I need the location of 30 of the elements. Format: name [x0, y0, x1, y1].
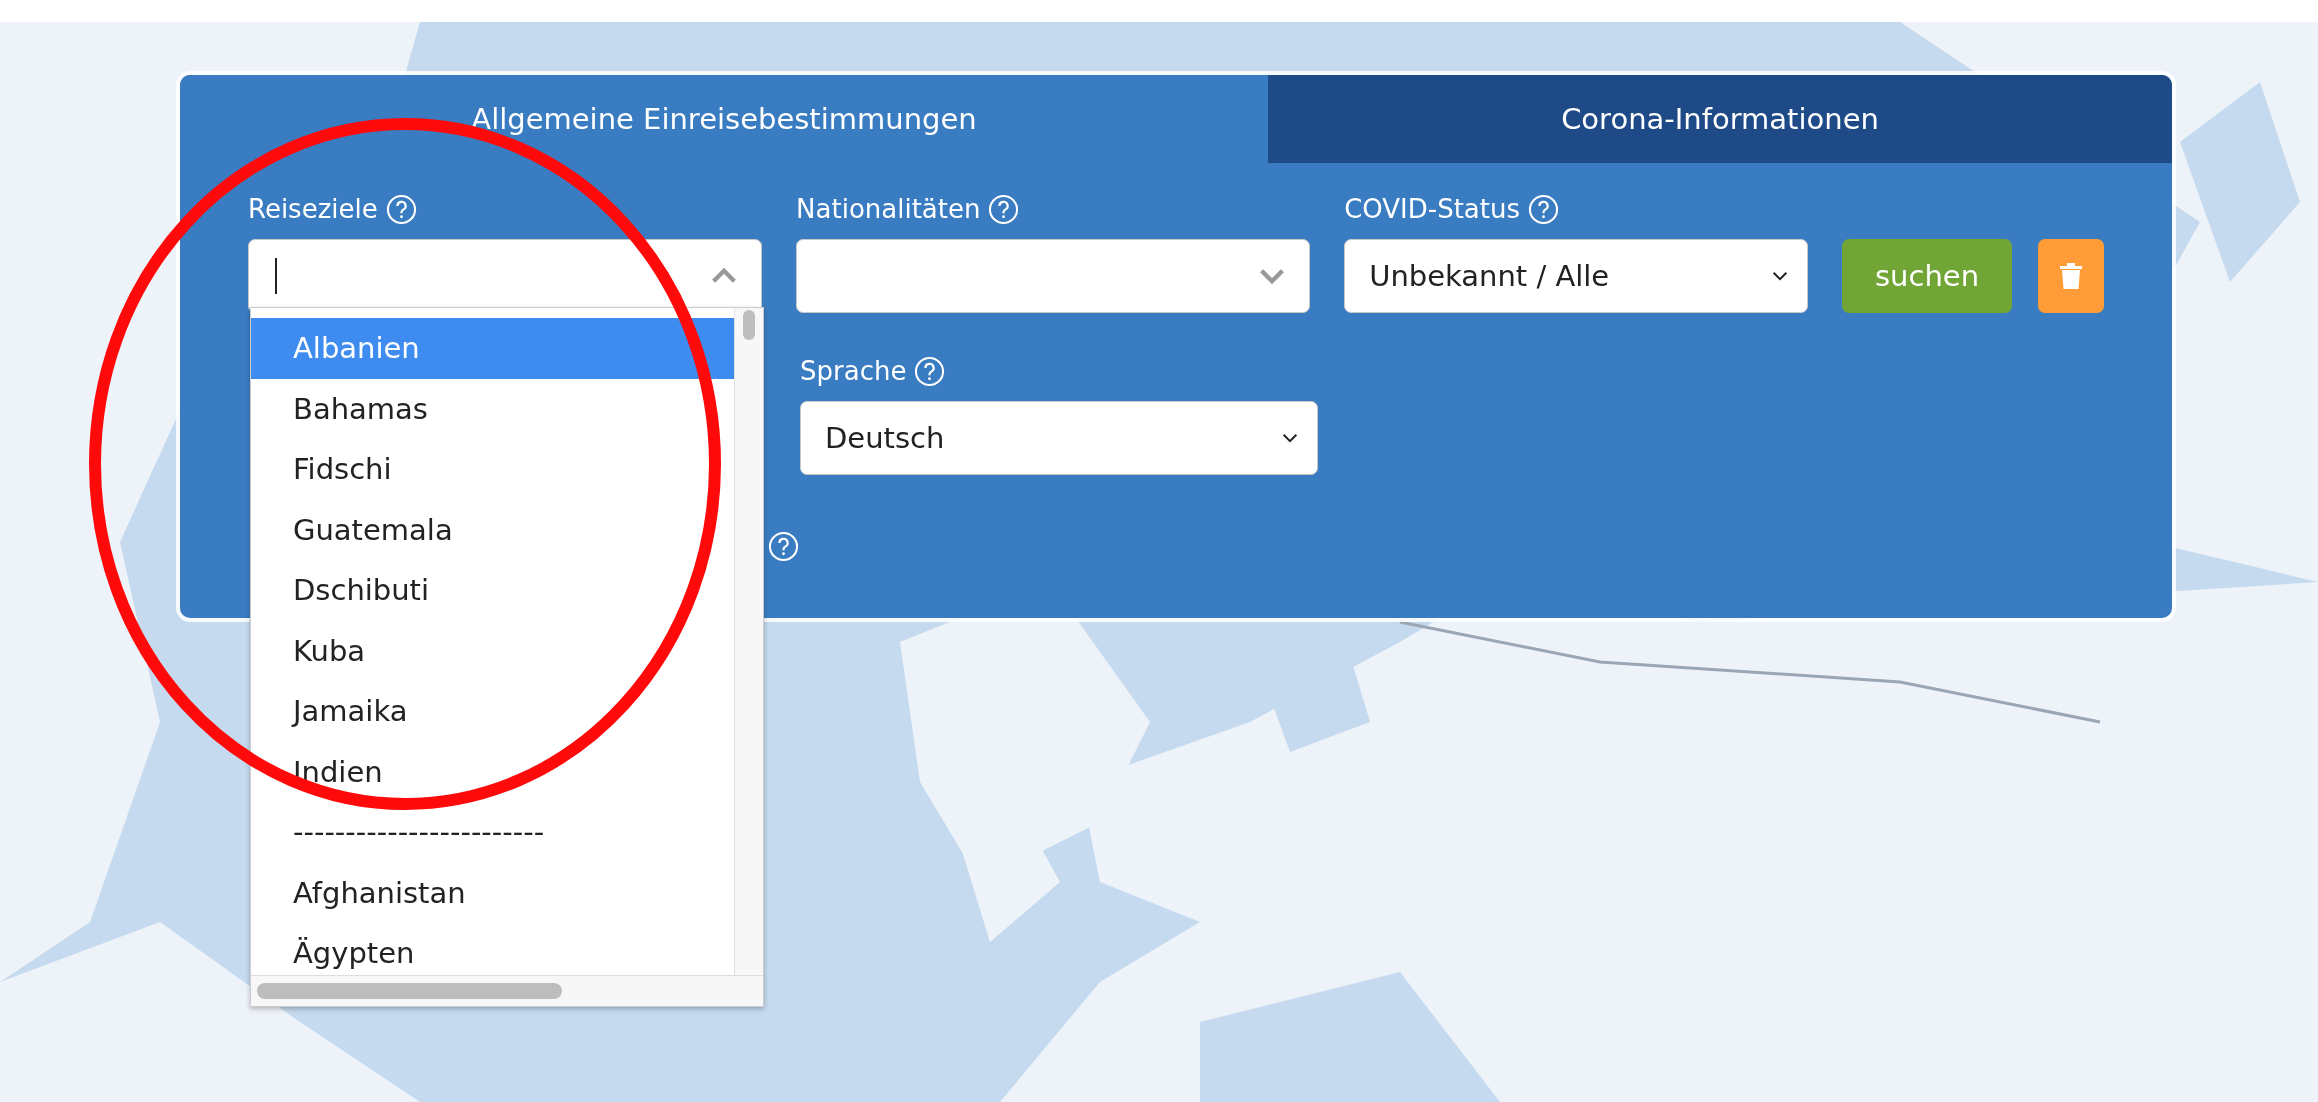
tab[interactable]: Corona-Informationen	[1268, 75, 2172, 163]
dropdown-option[interactable]: Indien	[251, 741, 734, 802]
chevron-down-icon	[1281, 431, 1299, 445]
scrollbar[interactable]	[734, 308, 763, 975]
text-cursor	[275, 258, 277, 294]
dropdown-option[interactable]: Ägypten	[251, 923, 734, 975]
dropdown-option[interactable]: Jamaika	[251, 681, 734, 742]
field-label: Reiseziele	[248, 194, 378, 224]
delete-button[interactable]	[2038, 239, 2104, 313]
dropdown-option[interactable]: Kuba	[251, 620, 734, 681]
dropdown-option[interactable]: ------------------------	[251, 802, 734, 863]
field-label: Sprache	[800, 356, 907, 386]
dropdown-option[interactable]: Bahamas	[251, 378, 734, 439]
field-label: COVID-Status	[1344, 194, 1521, 224]
dropdown-option[interactable]: Fidschi	[251, 439, 734, 500]
dropdown-option[interactable]: Afghanistan	[251, 862, 734, 923]
trash-icon	[2059, 262, 2084, 290]
dropdown-option[interactable]: Dschibuti	[251, 560, 734, 621]
chevron-down-icon	[1770, 269, 1789, 283]
help-icon	[1528, 193, 1560, 225]
dropdown-option[interactable]: Guatemala	[251, 499, 734, 560]
scrollbar[interactable]	[251, 976, 763, 1006]
select-field[interactable]: Unbekannt / Alle	[1344, 239, 1808, 313]
help-icon	[385, 193, 417, 225]
help-icon	[988, 193, 1020, 225]
help-icon	[914, 355, 946, 387]
field-label: Nationalitäten	[796, 194, 981, 224]
combobox-field[interactable]	[796, 239, 1311, 313]
help-icon	[768, 531, 799, 562]
select-field[interactable]: Deutsch	[800, 401, 1318, 475]
